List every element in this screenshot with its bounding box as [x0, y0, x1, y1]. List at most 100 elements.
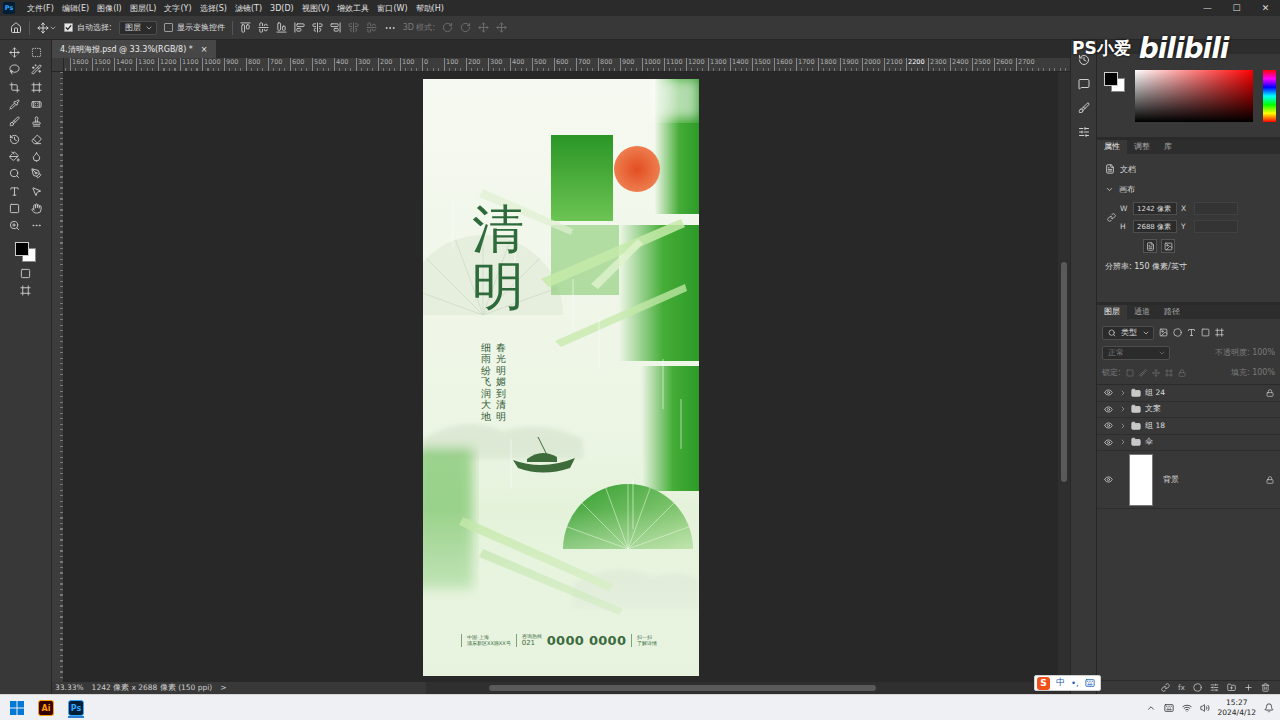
color-field[interactable]: [1135, 70, 1253, 122]
link-layers-icon[interactable]: [1161, 683, 1170, 692]
checkbox[interactable]: [164, 23, 173, 32]
menu-item[interactable]: 文字(Y): [160, 3, 195, 14]
ime-logo[interactable]: S: [1037, 677, 1050, 690]
comment-icon[interactable]: [1078, 78, 1090, 90]
panel-tab[interactable]: 路径: [1157, 305, 1187, 319]
eye-icon[interactable]: [1104, 388, 1113, 397]
visibility-toggle[interactable]: [1101, 475, 1115, 484]
blur-icon[interactable]: [31, 151, 42, 162]
layer-row[interactable]: 组 18: [1097, 418, 1280, 435]
layer-name[interactable]: 组 24: [1145, 388, 1262, 398]
lock-position-icon[interactable]: [1152, 369, 1160, 377]
menu-item[interactable]: 编辑(E): [58, 3, 93, 14]
layer-name[interactable]: 组 18: [1145, 421, 1274, 431]
expand-toggle[interactable]: [1119, 389, 1127, 397]
status-more-button[interactable]: >: [220, 683, 226, 693]
folder-icon[interactable]: [1131, 388, 1141, 398]
opacity-field[interactable]: 不透明度: 100%: [1215, 347, 1275, 358]
menu-item[interactable]: 图像(I): [93, 3, 126, 14]
image-filter-icon[interactable]: [1159, 328, 1168, 337]
panel-tab[interactable]: 属性: [1097, 140, 1127, 154]
fill-field[interactable]: 填充: 100%: [1231, 367, 1275, 378]
panel-tab[interactable]: 库: [1157, 140, 1179, 154]
ime-mode[interactable]: 中: [1056, 677, 1065, 689]
landscape-button[interactable]: [1161, 239, 1175, 253]
visibility-toggle[interactable]: [1101, 421, 1115, 430]
lock-artboard-icon[interactable]: [1165, 369, 1173, 377]
menu-item[interactable]: 选择(S): [196, 3, 231, 14]
wifi-icon[interactable]: [1182, 703, 1192, 713]
stamp-icon[interactable]: [31, 116, 42, 127]
panel-tab[interactable]: 图层: [1097, 305, 1127, 319]
crop-icon[interactable]: [9, 82, 20, 93]
lasso-icon[interactable]: [9, 64, 20, 75]
align-center-icon[interactable]: [312, 22, 323, 33]
rectangle-icon[interactable]: [9, 203, 20, 214]
lock-all-icon[interactable]: [1178, 369, 1186, 377]
scroll-thumb[interactable]: [489, 685, 876, 691]
layer-row[interactable]: 背景: [1097, 451, 1280, 509]
magic-wand-icon[interactable]: [31, 64, 42, 75]
align-left-icon[interactable]: [294, 22, 305, 33]
folder-icon[interactable]: [1131, 421, 1141, 431]
menu-item[interactable]: 图层(L): [126, 3, 161, 14]
align-right-icon[interactable]: [330, 22, 341, 33]
history-brush-icon[interactable]: [9, 134, 20, 145]
eye-icon[interactable]: [1104, 475, 1113, 484]
path-select-icon[interactable]: [31, 186, 42, 197]
clock[interactable]: 15:272024/4/12: [1218, 698, 1256, 718]
hue-slider[interactable]: [1263, 70, 1276, 122]
window-control[interactable]: —: [1193, 3, 1222, 13]
folder-icon[interactable]: [1131, 437, 1141, 447]
brush-settings-icon[interactable]: [1078, 102, 1090, 114]
link-icon[interactable]: [1107, 213, 1116, 222]
taskbar-app[interactable]: Ps: [68, 697, 84, 718]
rotate-3d-icon[interactable]: [442, 22, 453, 33]
pan-3d-icon[interactable]: [478, 22, 489, 33]
eyedropper-icon[interactable]: [9, 99, 20, 110]
menu-item[interactable]: 增效工具: [333, 3, 373, 14]
tray-expand-icon[interactable]: [1146, 703, 1156, 713]
lock-pixels-icon[interactable]: [1126, 369, 1134, 377]
lock-icon[interactable]: [1266, 476, 1274, 484]
auto-select-dropdown[interactable]: 图层: [119, 21, 157, 35]
field-input[interactable]: 2688 像素: [1133, 220, 1177, 233]
window-control[interactable]: ✕: [1251, 3, 1280, 13]
align-bottom-icon[interactable]: [276, 22, 287, 33]
window-control[interactable]: ☐: [1222, 3, 1251, 13]
delete-icon[interactable]: [1261, 683, 1270, 692]
vertical-scrollbar[interactable]: [1058, 72, 1070, 682]
hand-icon[interactable]: [31, 203, 42, 214]
new-layer-icon[interactable]: [1244, 683, 1253, 692]
color-swatches[interactable]: [13, 240, 39, 262]
expand-toggle[interactable]: [1119, 422, 1127, 430]
panel-tab[interactable]: 通道: [1127, 305, 1157, 319]
adjustment-filter-icon[interactable]: [1173, 328, 1182, 337]
menu-item[interactable]: 滤镜(T): [231, 3, 266, 14]
folder-icon[interactable]: [1131, 404, 1141, 414]
ime-punctuation[interactable]: •,: [1071, 678, 1079, 688]
menu-item[interactable]: 视图(V): [298, 3, 334, 14]
distribute-icon[interactable]: [366, 22, 377, 33]
layer-row[interactable]: 伞: [1097, 435, 1280, 452]
horizontal-scrollbar[interactable]: [426, 682, 1070, 694]
home-icon[interactable]: [10, 22, 22, 34]
layer-name[interactable]: 伞: [1145, 437, 1274, 447]
visibility-toggle[interactable]: [1101, 405, 1115, 414]
frame-icon[interactable]: [31, 82, 42, 93]
healing-icon[interactable]: [31, 99, 42, 110]
align-top-icon[interactable]: [240, 22, 251, 33]
expand-toggle[interactable]: [1119, 405, 1127, 413]
more-icon[interactable]: [384, 22, 396, 34]
blend-mode-dropdown[interactable]: 正常: [1102, 346, 1170, 360]
brush-icon[interactable]: [9, 116, 20, 127]
visibility-toggle[interactable]: [1101, 438, 1115, 447]
smart-filter-icon[interactable]: [1215, 328, 1224, 337]
section-header[interactable]: 画布: [1105, 182, 1272, 196]
document-tab[interactable]: 4.清明海报.psd @ 33.3%(RGB/8) *×: [52, 40, 216, 58]
ime-keyboard-icon[interactable]: [1085, 678, 1095, 688]
lock-icon[interactable]: [1266, 389, 1274, 397]
shape-filter-icon[interactable]: [1201, 328, 1210, 337]
slide-3d-icon[interactable]: [496, 22, 507, 33]
screen-mode-icon[interactable]: [20, 285, 31, 296]
